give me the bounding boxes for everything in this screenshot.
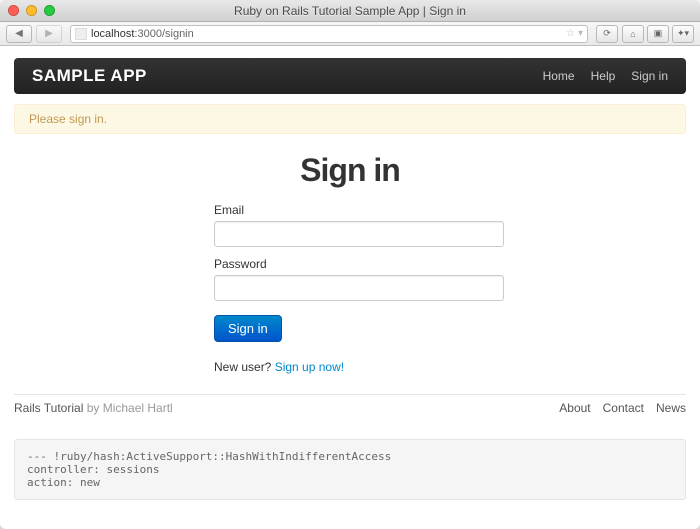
password-label: Password xyxy=(214,257,504,271)
debug-dump: --- !ruby/hash:ActiveSupport::HashWithIn… xyxy=(14,439,686,500)
back-button[interactable]: ◀ xyxy=(6,25,32,43)
email-label: Email xyxy=(214,203,504,217)
footer-link-news[interactable]: News xyxy=(656,401,686,415)
signup-link[interactable]: Sign up now! xyxy=(275,360,344,374)
browser-toolbar: ◀ ▶ localhost:3000/signin ☆ ▾ ⟳ ⌂ ▣ ✦▾ xyxy=(0,22,700,46)
address-bar[interactable]: localhost:3000/signin ☆ ▾ xyxy=(70,25,588,43)
extensions-button[interactable]: ✦▾ xyxy=(672,25,694,43)
email-field[interactable] xyxy=(214,221,504,247)
footer-link-contact[interactable]: Contact xyxy=(603,401,644,415)
flash-message: Please sign in. xyxy=(29,112,107,126)
bookmark-icon[interactable]: ☆ xyxy=(566,28,575,39)
titlebar: Ruby on Rails Tutorial Sample App | Sign… xyxy=(0,0,700,22)
nav-links: Home Help Sign in xyxy=(543,69,668,83)
viewport: SAMPLE APP Home Help Sign in Please sign… xyxy=(0,46,700,529)
footer-byline: by Michael Hartl xyxy=(83,401,172,415)
footer-link-about[interactable]: About xyxy=(559,401,590,415)
nav-link-signin[interactable]: Sign in xyxy=(631,69,668,83)
reload-button[interactable]: ⟳ xyxy=(596,25,618,43)
signin-button[interactable]: Sign in xyxy=(214,315,282,342)
signin-form: Email Password Sign in New user? Sign up… xyxy=(214,203,504,374)
nav-link-home[interactable]: Home xyxy=(543,69,575,83)
browser-window: Ruby on Rails Tutorial Sample App | Sign… xyxy=(0,0,700,529)
footer-credit: Rails Tutorial by Michael Hartl xyxy=(14,401,173,415)
signup-prefix: New user? xyxy=(214,360,275,374)
url-path: :3000/signin xyxy=(134,28,193,40)
home-toolbar-button[interactable]: ⌂ xyxy=(622,25,644,43)
signup-prompt: New user? Sign up now! xyxy=(214,360,504,374)
password-field[interactable] xyxy=(214,275,504,301)
forward-button[interactable]: ▶ xyxy=(36,25,62,43)
nav-link-help[interactable]: Help xyxy=(591,69,616,83)
flash-alert: Please sign in. xyxy=(14,104,686,134)
page-title: Sign in xyxy=(14,152,686,189)
footer-site[interactable]: Rails Tutorial xyxy=(14,401,83,415)
window-title: Ruby on Rails Tutorial Sample App | Sign… xyxy=(0,4,700,18)
footer: Rails Tutorial by Michael Hartl About Co… xyxy=(14,394,686,415)
brand-logo[interactable]: SAMPLE APP xyxy=(32,66,147,86)
favicon-icon xyxy=(75,28,87,40)
downloads-button[interactable]: ▣ xyxy=(647,25,669,43)
reader-icon[interactable]: ▾ xyxy=(578,28,583,39)
url-host: localhost xyxy=(91,28,134,40)
navbar: SAMPLE APP Home Help Sign in xyxy=(14,58,686,94)
